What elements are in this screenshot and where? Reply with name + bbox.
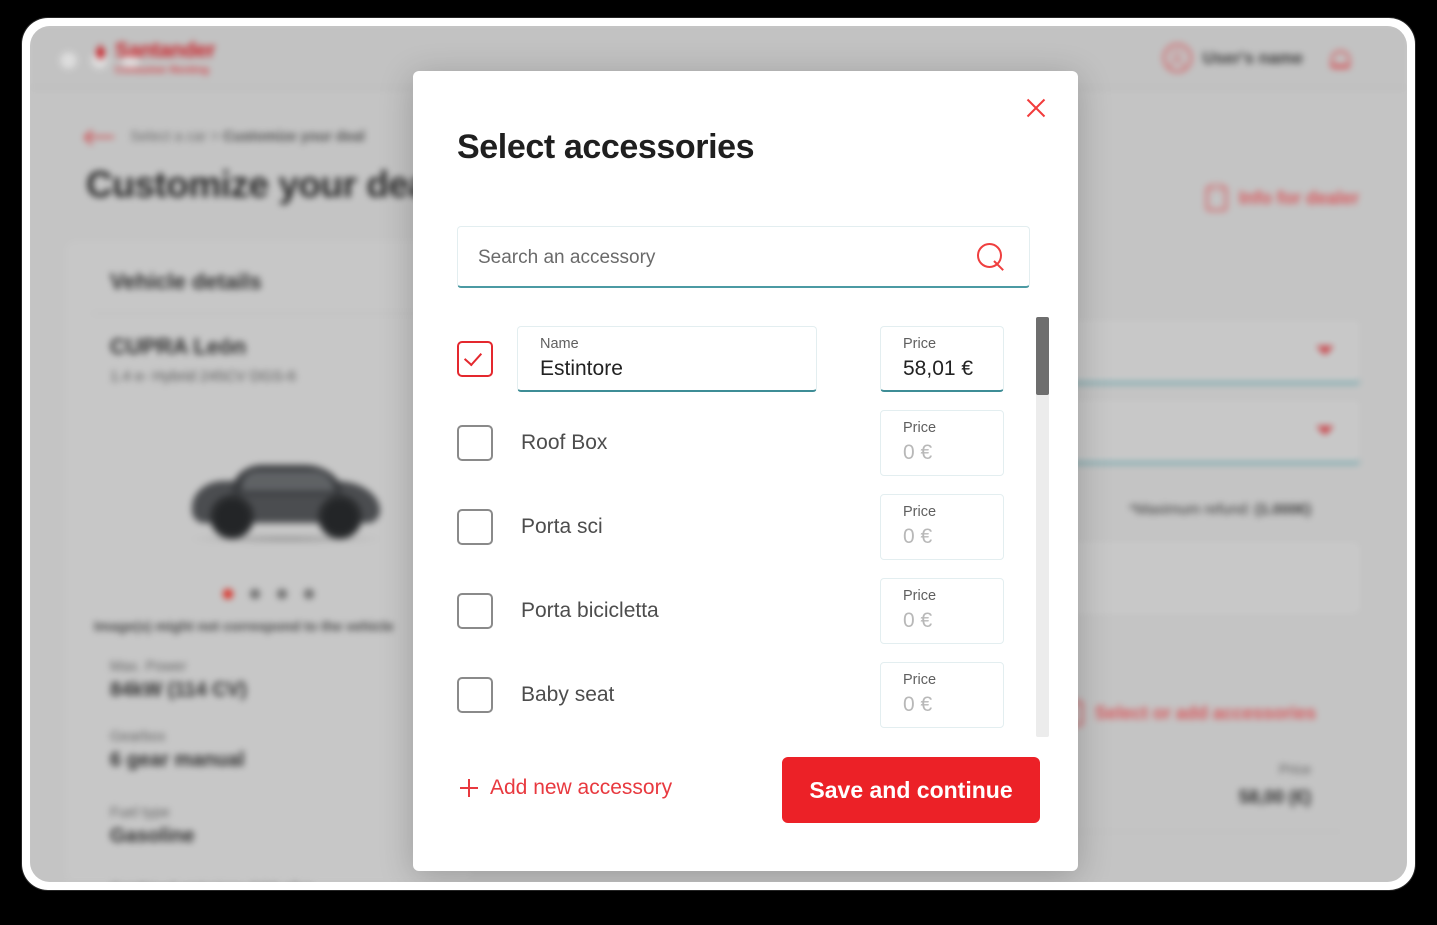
accessory-price-value: 0 € <box>903 441 933 464</box>
accessory-row[interactable]: Roof Box Price 0 € <box>457 401 1049 485</box>
price-field-label: Price <box>903 588 937 604</box>
accessory-price-value: 58,01 € <box>903 357 974 380</box>
price-field-label: Price <box>903 504 937 520</box>
accessory-checkbox[interactable] <box>457 425 493 461</box>
price-field-label: Price <box>903 420 937 436</box>
save-and-continue-button[interactable]: Save and continue <box>782 757 1040 823</box>
accessories-list: Name Estintore Price 58,01 € Roof Box Pr… <box>457 317 1049 747</box>
accessory-row[interactable]: Porta bicicletta Price 0 € <box>457 569 1049 653</box>
select-accessories-modal: Select accessories Name Estintore <box>413 71 1078 871</box>
modal-title: Select accessories <box>457 128 755 166</box>
browser-viewport: Santander Consumer Renting User's name S… <box>30 26 1407 882</box>
accessory-row[interactable]: Porta sci Price 0 € <box>457 485 1049 569</box>
accessory-name-label: Porta sci <box>521 515 603 538</box>
accessory-checkbox[interactable] <box>457 509 493 545</box>
accessories-scrollbar-thumb[interactable] <box>1036 317 1049 395</box>
accessory-checkbox[interactable] <box>457 593 493 629</box>
close-icon[interactable] <box>1021 93 1051 123</box>
accessory-checkbox[interactable] <box>457 341 493 377</box>
accessory-price-value: 0 € <box>903 693 933 716</box>
accessory-price-field[interactable]: Price 0 € <box>880 662 1004 728</box>
accessory-row[interactable]: Name Estintore Price 58,01 € <box>457 317 1049 401</box>
accessory-name-value: Estintore <box>540 357 623 380</box>
accessories-scrollbar-track[interactable] <box>1036 317 1049 737</box>
browser-window: Santander Consumer Renting User's name S… <box>22 18 1415 890</box>
accessory-name-label: Roof Box <box>521 431 608 454</box>
accessory-price-value: 0 € <box>903 525 933 548</box>
accessory-price-value: 0 € <box>903 609 933 632</box>
plus-icon <box>460 779 478 797</box>
modal-footer: Add new accessory Save and continue <box>413 743 1078 871</box>
name-field-label: Name <box>540 336 579 352</box>
price-field-label: Price <box>903 336 937 352</box>
accessory-search-field[interactable] <box>457 226 1030 288</box>
accessory-name-field[interactable]: Name Estintore <box>517 326 817 392</box>
add-new-accessory-label: Add new accessory <box>490 776 673 799</box>
accessory-price-field[interactable]: Price 0 € <box>880 410 1004 476</box>
accessory-price-field[interactable]: Price 0 € <box>880 578 1004 644</box>
search-icon[interactable] <box>977 243 1007 273</box>
accessory-price-field[interactable]: Price 0 € <box>880 494 1004 560</box>
accessory-name-label: Baby seat <box>521 683 615 706</box>
price-field-label: Price <box>903 672 937 688</box>
accessory-price-field[interactable]: Price 58,01 € <box>880 326 1004 392</box>
accessory-row[interactable]: Baby seat Price 0 € <box>457 653 1049 737</box>
accessory-checkbox[interactable] <box>457 677 493 713</box>
add-new-accessory-button[interactable]: Add new accessory <box>460 776 672 800</box>
screen-root: Santander Consumer Renting User's name S… <box>0 0 1437 925</box>
search-input[interactable] <box>476 227 960 288</box>
accessory-name-label: Porta bicicletta <box>521 599 659 622</box>
